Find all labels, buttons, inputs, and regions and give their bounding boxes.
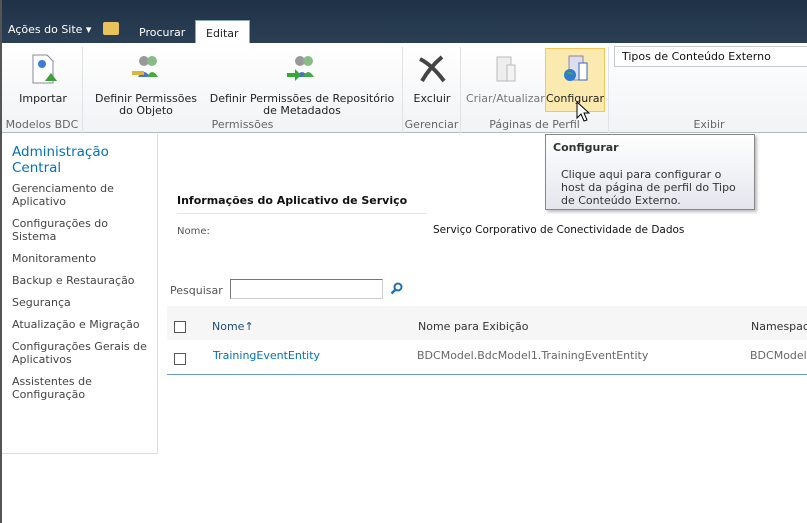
tooltip: Configurar Clique aqui para configurar o… bbox=[545, 134, 755, 210]
sidebar-item[interactable]: Assistentes de Configuração bbox=[12, 375, 147, 401]
users-arrow-icon bbox=[287, 56, 314, 81]
search-input[interactable] bbox=[230, 279, 383, 299]
display-name-cell: BDCModel.BdcModel1.TrainingEventEntity bbox=[417, 349, 649, 362]
configure-button[interactable]: Configurar bbox=[545, 48, 605, 112]
delete-icon bbox=[419, 55, 446, 83]
group-label: Permissões bbox=[211, 118, 274, 131]
delete-button[interactable]: Excluir bbox=[407, 49, 457, 105]
group-gerenciar: Excluir Gerenciar bbox=[403, 47, 461, 133]
row-checkbox[interactable] bbox=[174, 353, 186, 365]
set-object-permissions-button[interactable]: Definir Permissões do Objeto bbox=[87, 49, 205, 117]
sidebar-item[interactable]: Atualização e Migração bbox=[12, 318, 147, 331]
set-metadata-permissions-button[interactable]: Definir Permissões de Repositório de Met… bbox=[207, 49, 397, 117]
namespace-cell: BDCModel bbox=[750, 349, 807, 362]
view-select[interactable]: Tipos de Conteúdo Externo bbox=[614, 46, 807, 67]
search-icon[interactable] bbox=[390, 282, 403, 295]
site-actions-menu[interactable]: Ações do Site ▾ bbox=[8, 23, 91, 36]
key-users-icon bbox=[132, 56, 158, 77]
group-label: Exibir bbox=[693, 118, 725, 131]
import-button[interactable]: Importar bbox=[8, 49, 78, 105]
sidebar-heading[interactable]: Administração Central bbox=[12, 144, 147, 176]
group-label: Modelos BDC bbox=[5, 118, 79, 131]
sidebar-item[interactable]: Configurações Gerais de Aplicativos bbox=[12, 340, 147, 366]
sidebar-item[interactable]: Backup e Restauração bbox=[12, 274, 147, 287]
search-label: Pesquisar bbox=[170, 284, 223, 297]
import-icon bbox=[32, 54, 57, 84]
column-name[interactable]: Nome↑ bbox=[212, 320, 254, 333]
create-page-icon bbox=[496, 56, 516, 82]
name-label: Nome: bbox=[177, 226, 210, 237]
top-bar: Ações do Site ▾ Procurar Editar bbox=[2, 0, 807, 43]
select-all-checkbox[interactable] bbox=[174, 321, 186, 333]
group-label: Gerenciar bbox=[404, 118, 459, 131]
tab-procurar[interactable]: Procurar bbox=[129, 20, 195, 43]
tab-editar[interactable]: Editar bbox=[195, 20, 250, 43]
group-permissoes: Definir Permissões do Objeto Definir Per… bbox=[83, 47, 403, 133]
sidebar-item[interactable]: Gerenciamento de Aplicativo bbox=[12, 182, 147, 208]
name-value: Serviço Corporativo de Conectividade de … bbox=[433, 224, 685, 236]
mouse-cursor-icon bbox=[576, 101, 590, 122]
tooltip-body: Clique aqui para configurar o host da pá… bbox=[561, 168, 736, 207]
column-display-name[interactable]: Nome para Exibição bbox=[418, 320, 529, 333]
sidebar-item[interactable]: Segurança bbox=[12, 296, 147, 309]
sidebar-item[interactable]: Configurações do Sistema bbox=[12, 217, 147, 243]
create-update-button[interactable]: Criar/Atualizar bbox=[466, 49, 545, 105]
sidebar-item[interactable]: Monitoramento bbox=[12, 252, 147, 265]
group-modelos-bdc: Importar Modelos BDC bbox=[2, 47, 83, 133]
sidebar: Administração Central Gerenciamento de A… bbox=[2, 134, 158, 454]
column-namespace[interactable]: Namespace bbox=[751, 320, 807, 333]
tooltip-title: Configurar bbox=[553, 141, 619, 154]
entity-link[interactable]: TrainingEventEntity bbox=[213, 349, 320, 362]
section-title: Informações do Aplicativo de Serviço bbox=[177, 194, 427, 214]
table-divider bbox=[167, 374, 807, 375]
navigate-up-icon[interactable] bbox=[103, 22, 119, 35]
configure-globe-icon bbox=[564, 55, 588, 81]
